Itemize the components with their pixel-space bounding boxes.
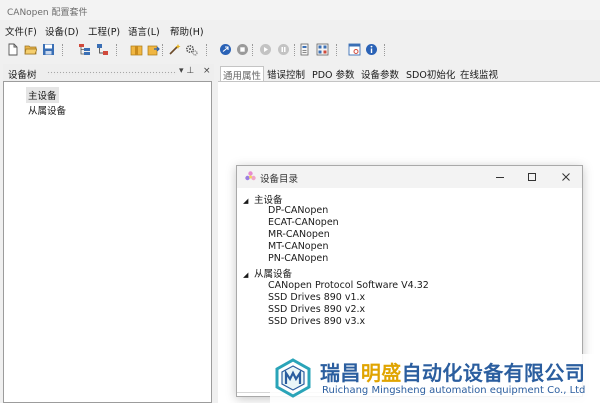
gears-icon[interactable] — [185, 43, 198, 56]
menu-project[interactable]: 工程(P) — [88, 24, 120, 38]
device-tree-title: 设备树 — [8, 70, 37, 81]
close-icon[interactable] — [559, 170, 573, 184]
catalog-category-master[interactable]: ◢ 主设备 — [243, 192, 283, 206]
maximize-icon[interactable] — [525, 170, 539, 184]
toolbar-separator — [294, 44, 295, 56]
play-icon[interactable] — [259, 43, 272, 56]
collapse-arrow-icon[interactable]: ◢ — [243, 197, 254, 205]
catalog-category-slave[interactable]: ◢ 从属设备 — [243, 266, 292, 280]
device-icon[interactable] — [298, 43, 311, 56]
close-icon[interactable]: × — [203, 66, 211, 76]
export-icon[interactable] — [147, 43, 160, 56]
minimize-icon[interactable] — [493, 170, 507, 184]
menu-bar: 文件(F) 设备(D) 工程(P) 语言(L) 帮助(H) — [0, 22, 600, 38]
tab-online-monitor[interactable]: 在线监视 — [458, 66, 500, 82]
menu-language[interactable]: 语言(L) — [128, 24, 160, 38]
company-logo-icon — [275, 358, 311, 398]
toolbar — [0, 40, 600, 60]
window-titlebar: CANopen 配置套件 — [0, 0, 600, 20]
device-item[interactable]: PN-CANopen — [268, 253, 328, 264]
company-watermark: 瑞昌明盛自动化设备有限公司 Ruichang Mingsheng automat… — [270, 354, 600, 403]
device-item[interactable]: MR-CANopen — [268, 229, 330, 240]
grid-config-icon[interactable] — [316, 43, 329, 56]
device-tree-header: 设备树 ▾ ⊥ × — [3, 64, 214, 81]
stop-icon[interactable] — [236, 43, 249, 56]
toolbar-separator — [384, 44, 385, 56]
new-file-icon[interactable] — [6, 43, 19, 56]
device-item[interactable]: ECAT-CANopen — [268, 217, 339, 228]
dialog-titlebar[interactable]: 设备目录 — [237, 166, 582, 188]
toolbar-separator — [252, 44, 253, 56]
category-label: 从属设备 — [254, 269, 293, 280]
dialog-title: 设备目录 — [260, 174, 299, 185]
toolbar-separator — [62, 44, 63, 56]
company-name-en: Ruichang Mingsheng automation equipment … — [322, 385, 586, 396]
network-icon[interactable] — [96, 43, 109, 56]
company-name-part: 瑞昌 — [320, 361, 361, 385]
company-name-cn: 瑞昌明盛自动化设备有限公司 — [320, 357, 585, 386]
list-tree-icon[interactable] — [78, 43, 91, 56]
device-item[interactable]: DP-CANopen — [268, 205, 328, 216]
tab-sdo-init[interactable]: SDO初始化 — [404, 66, 457, 82]
device-tree: 主设备 从属设备 — [3, 81, 212, 403]
tree-node-slave[interactable]: 从属设备 — [26, 102, 68, 118]
toolbar-separator — [336, 44, 337, 56]
company-name-part: 明盛 — [360, 361, 402, 385]
tree-node-master[interactable]: 主设备 — [26, 87, 59, 103]
collapse-arrow-icon[interactable]: ◢ — [243, 271, 254, 279]
info-icon[interactable] — [365, 43, 378, 56]
toolbar-separator — [116, 44, 117, 56]
pause-icon[interactable] — [277, 43, 290, 56]
device-item[interactable]: SSD Drives 890 v1.x — [268, 292, 365, 303]
connect-icon[interactable] — [219, 43, 232, 56]
window-title: CANopen 配置套件 — [7, 8, 88, 18]
pin-icon[interactable]: ▾ ⊥ — [179, 66, 194, 76]
save-icon[interactable] — [42, 43, 55, 56]
tab-device-params[interactable]: 设备参数 — [359, 66, 401, 82]
property-tabs: 通用属性 错误控制 PDO 参数 设备参数 SDO初始化 在线监视 — [218, 64, 600, 83]
wand-icon[interactable] — [168, 43, 181, 56]
company-name-part: 自动化设备有限公司 — [401, 361, 586, 385]
tab-error-control[interactable]: 错误控制 — [265, 66, 307, 82]
menu-file[interactable]: 文件(F) — [5, 24, 37, 38]
toolbar-separator — [206, 44, 207, 56]
menu-help[interactable]: 帮助(H) — [170, 24, 204, 38]
toolbar-separator — [162, 44, 163, 56]
tab-pdo[interactable]: PDO 参数 — [310, 66, 357, 82]
settings-window-icon[interactable] — [348, 43, 361, 56]
catalog-icon — [245, 171, 256, 181]
package-icon[interactable] — [130, 43, 143, 56]
device-item[interactable]: MT-CANopen — [268, 241, 329, 252]
open-folder-icon[interactable] — [24, 43, 37, 56]
panel-grip[interactable] — [47, 71, 177, 75]
device-item[interactable]: CANopen Protocol Software V4.32 — [268, 280, 429, 291]
device-item[interactable]: SSD Drives 890 v3.x — [268, 316, 365, 327]
device-item[interactable]: SSD Drives 890 v2.x — [268, 304, 365, 315]
menu-device[interactable]: 设备(D) — [45, 24, 79, 38]
device-tree-panel: 设备树 ▾ ⊥ × 主设备 从属设备 — [3, 64, 214, 403]
